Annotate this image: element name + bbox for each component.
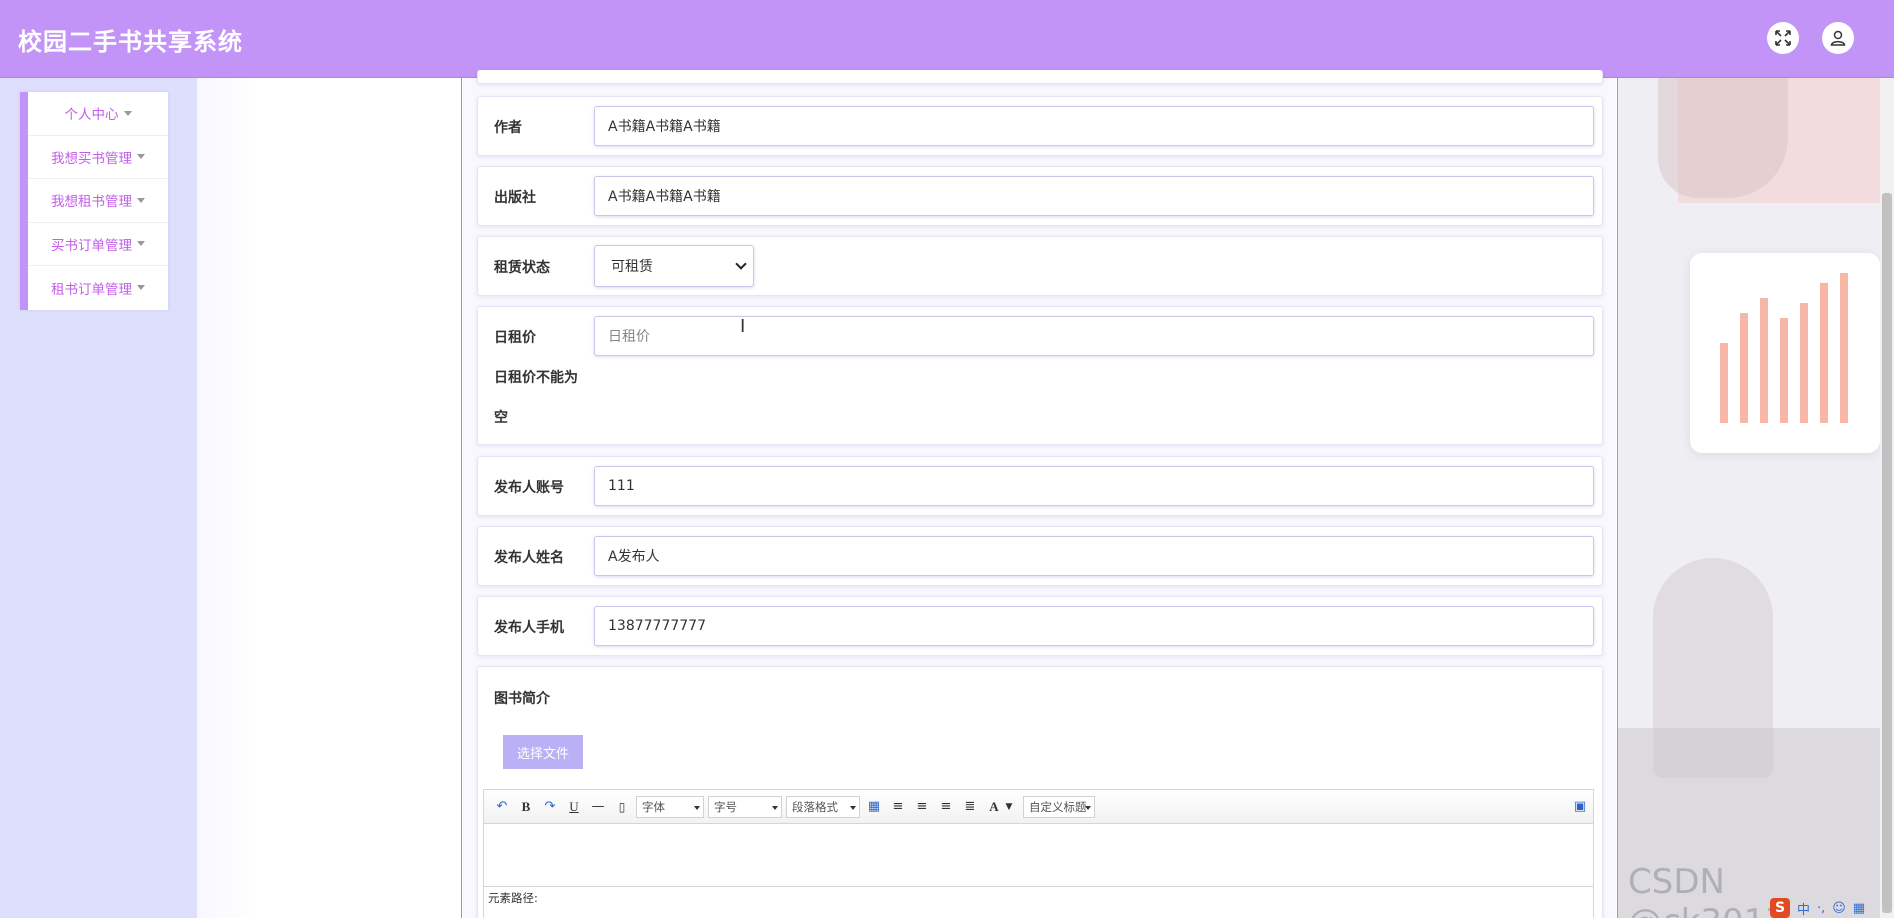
app-title: 校园二手书共享系统 <box>18 28 243 56</box>
daily-rent-label: 日租价 <box>494 330 536 346</box>
daily-rent-error: 日租价不能为 <box>494 370 578 386</box>
form-row-previous <box>477 70 1603 84</box>
caret-down-icon <box>137 285 145 291</box>
underline-button[interactable]: U <box>567 799 581 815</box>
form-row-publisher: 出版社 A书籍A书籍A书籍 <box>477 166 1603 226</box>
chevron-down-icon <box>735 258 747 270</box>
publisher-account-label: 发布人账号 <box>494 480 564 496</box>
publisher-name-input[interactable]: A发布人 <box>594 536 1594 576</box>
publisher-account-input[interactable]: 111 <box>594 466 1594 506</box>
sidebar-item-personal-center[interactable]: 个人中心 <box>28 92 168 136</box>
author-input[interactable]: A书籍A书籍A书籍 <box>594 106 1594 146</box>
horizontal-rule-icon[interactable]: — <box>591 799 605 814</box>
form-row-publisher-account: 发布人账号 111 <box>477 456 1603 516</box>
preview-icon[interactable]: ▣ <box>1573 799 1587 814</box>
form-row-author: 作者 A书籍A书籍A书籍 <box>477 96 1603 156</box>
sidebar-item-label: 我想买书管理 <box>51 150 132 167</box>
divider <box>461 78 462 918</box>
bold-button[interactable]: B <box>519 799 533 815</box>
font-size-select[interactable]: 字号 <box>708 795 782 818</box>
expand-icon <box>1775 30 1791 46</box>
sidebar-menu: 个人中心 我想买书管理 我想租书管理 买书订单管理 租书订单管理 <box>20 92 168 310</box>
rent-status-select[interactable]: 可租赁 <box>594 245 754 287</box>
ime-toolbar[interactable]: S 中 ·, ☺ ▦ <box>1770 898 1880 918</box>
element-path: 元素路径: <box>484 886 1593 908</box>
sidebar-item-label: 买书订单管理 <box>51 237 132 254</box>
user-icon <box>1830 30 1846 46</box>
sidebar-item-rent-orders[interactable]: 租书订单管理 <box>28 266 168 310</box>
editor-toolbar: ↶ B ↷ U — ▯ 字体 字号 段落格式 ▦ ≡ ≡ ≡ ≣ A ▼ 自定义… <box>484 790 1593 824</box>
caret-down-icon <box>137 154 145 160</box>
ime-logo-icon: S <box>1770 898 1790 918</box>
custom-title-select[interactable]: 自定义标题 <box>1023 795 1095 818</box>
publisher-input[interactable]: A书籍A书籍A书籍 <box>594 176 1594 216</box>
sidebar-item-label: 租书订单管理 <box>51 281 132 298</box>
sidebar-item-buy-orders[interactable]: 买书订单管理 <box>28 223 168 266</box>
background-illustration <box>1618 78 1880 918</box>
user-button[interactable] <box>1822 22 1854 54</box>
intro-label: 图书简介 <box>494 691 550 707</box>
undo-icon[interactable]: ↶ <box>495 799 509 814</box>
caret-down-icon <box>137 241 145 247</box>
publisher-phone-label: 发布人手机 <box>494 620 564 636</box>
form-row-intro: 图书简介 选择文件 ↶ B ↷ U — ▯ 字体 字号 段落格式 ▦ ≡ ≡ ≡… <box>477 666 1603 918</box>
font-color-button[interactable]: A <box>987 799 1001 815</box>
ime-mode: 中 <box>1797 902 1811 918</box>
editor-content[interactable] <box>484 824 1593 886</box>
illustration-chart-card <box>1690 253 1880 453</box>
scrollbar[interactable] <box>1880 78 1894 918</box>
author-label: 作者 <box>494 120 522 136</box>
sidebar-gap <box>197 78 259 918</box>
rent-status-label: 租赁状态 <box>494 260 550 276</box>
text-cursor-icon: I <box>740 316 746 337</box>
table-icon[interactable]: ▦ <box>867 799 881 814</box>
align-left-icon[interactable]: ≡ <box>891 799 905 814</box>
choose-file-button[interactable]: 选择文件 <box>503 735 583 769</box>
form-row-publisher-name: 发布人姓名 A发布人 <box>477 526 1603 586</box>
form-row-publisher-phone: 发布人手机 13877777777 <box>477 596 1603 656</box>
daily-rent-error-cont: 空 <box>494 410 508 426</box>
publisher-phone-input[interactable]: 13877777777 <box>594 606 1594 646</box>
sidebar-item-buy-books[interactable]: 我想买书管理 <box>28 136 168 179</box>
document-icon[interactable]: ▯ <box>615 800 629 814</box>
rich-text-editor: ↶ B ↷ U — ▯ 字体 字号 段落格式 ▦ ≡ ≡ ≡ ≣ A ▼ 自定义… <box>483 789 1594 918</box>
form-row-daily-rent: 日租价 日租价 日租价不能为 空 <box>477 306 1603 445</box>
sidebar-item-label: 个人中心 <box>64 107 119 124</box>
punctuation-icon: ·, <box>1817 900 1826 916</box>
caret-down-icon <box>123 110 132 116</box>
app-header: 校园二手书共享系统 <box>0 0 1894 78</box>
align-right-icon[interactable]: ≡ <box>915 799 929 814</box>
sidebar-item-rent-books[interactable]: 我想租书管理 <box>28 179 168 223</box>
caret-down-icon <box>137 197 145 203</box>
rent-status-value: 可租赁 <box>611 259 653 275</box>
emoji-icon: ☺ <box>1832 900 1846 916</box>
sidebar-item-label: 我想租书管理 <box>51 194 132 211</box>
paragraph-format-select[interactable]: 段落格式 <box>786 795 860 818</box>
fullscreen-button[interactable] <box>1767 22 1799 54</box>
font-family-select[interactable]: 字体 <box>636 795 704 818</box>
form-row-rent-status: 租赁状态 可租赁 <box>477 236 1603 296</box>
keyboard-icon: ▦ <box>1852 900 1866 916</box>
redo-icon[interactable]: ↷ <box>543 799 557 814</box>
illustration-person <box>1658 78 1788 198</box>
align-justify-icon[interactable]: ≣ <box>963 799 977 814</box>
caret-down-icon[interactable]: ▼ <box>1002 802 1016 812</box>
publisher-label: 出版社 <box>494 190 536 206</box>
divider <box>1617 78 1618 918</box>
publisher-name-label: 发布人姓名 <box>494 550 564 566</box>
align-center-icon[interactable]: ≡ <box>939 799 953 814</box>
scrollbar-thumb[interactable] <box>1882 193 1892 913</box>
